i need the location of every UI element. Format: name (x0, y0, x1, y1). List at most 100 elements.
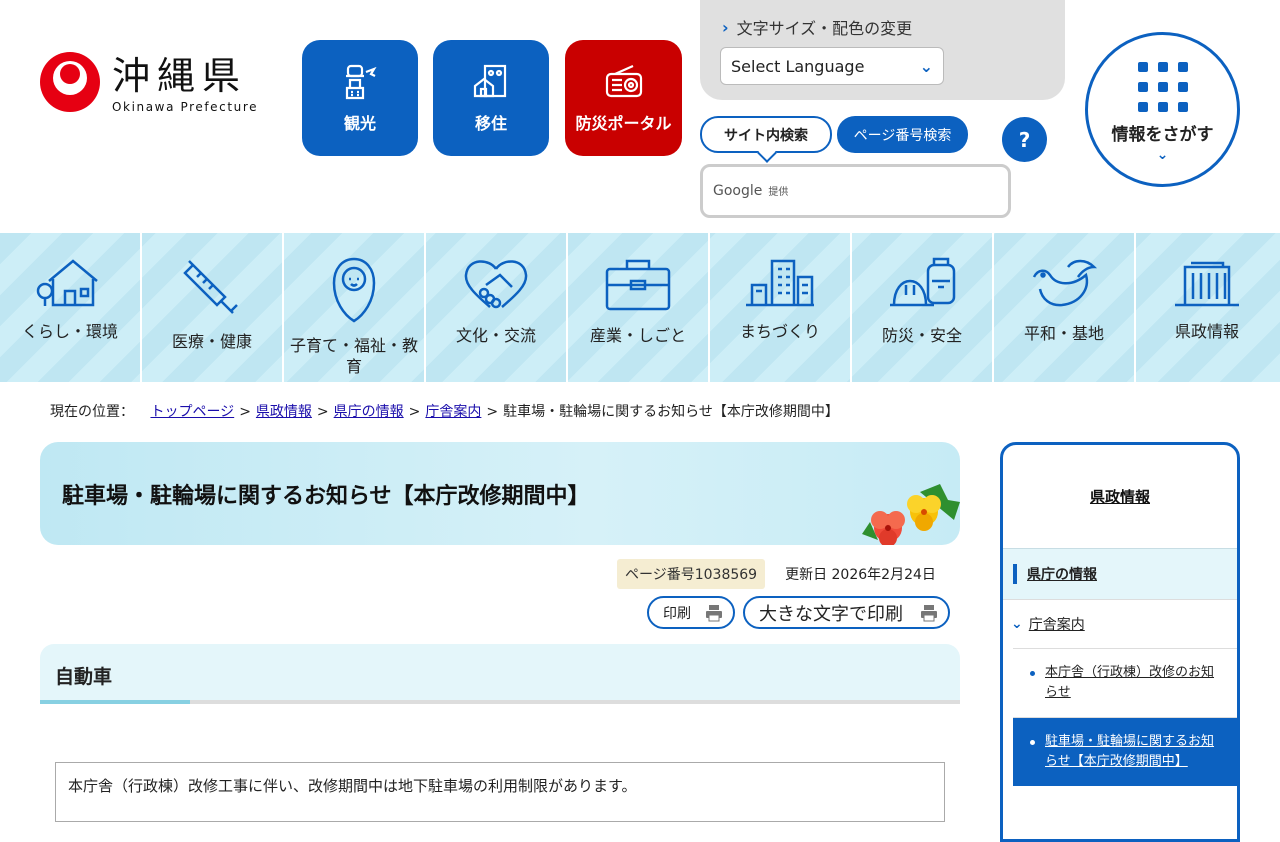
nav-item-town[interactable]: まちづくり (710, 233, 852, 382)
buildings-icon (746, 259, 814, 307)
nav-label: 平和・基地 (1023, 324, 1104, 343)
logo-japanese: 沖縄県 (112, 54, 248, 98)
search-help-button[interactable]: ? (1002, 117, 1047, 162)
handshake-icon (464, 260, 528, 309)
google-branding: Google 提供 (713, 183, 788, 199)
nav-item-government[interactable]: 県政情報 (1136, 233, 1278, 382)
logo-english: Okinawa Prefecture (112, 100, 259, 114)
language-select[interactable]: Select Language ⌄ (720, 47, 944, 85)
disaster-portal-button[interactable]: 防災ポータル (565, 40, 682, 156)
section-heading-underline (40, 700, 960, 704)
breadcrumb-link-building-guide[interactable]: 庁舎案内 (425, 404, 481, 420)
breadcrumb-link-office-info[interactable]: 県庁の情報 (334, 404, 404, 420)
utility-panel: › 文字サイズ・配色の変更 Select Language ⌄ (700, 0, 1065, 100)
tourism-button[interactable]: 観光 (302, 40, 418, 156)
migration-button[interactable]: 移住 (433, 40, 549, 156)
breadcrumb-current: 駐車場・駐輪場に関するお知らせ【本庁改修期間中】 (503, 404, 839, 420)
language-select-value: Select Language (731, 56, 865, 76)
nav-label: くらし・環境 (21, 322, 118, 341)
nav-item-peace[interactable]: 平和・基地 (994, 233, 1136, 382)
updated-date: 更新日 2026年2月24日 (785, 567, 936, 583)
grid-menu-icon (1137, 62, 1188, 112)
sidebar-item-label: 駐車場・駐輪場に関するお知らせ【本庁改修期間中】 (1045, 734, 1215, 769)
print-large-label: 大きな文字で印刷 (759, 603, 903, 625)
printer-icon (706, 604, 722, 621)
sidebar-item-parking-notice[interactable]: 駐車場・駐輪場に関するお知らせ【本庁改修期間中】 (1013, 717, 1237, 786)
site-logo[interactable]: 沖縄県 Okinawa Prefecture (40, 52, 258, 114)
breadcrumb-link-government[interactable]: 県政情報 (256, 404, 312, 420)
sidebar-heading[interactable]: 県政情報 (1003, 445, 1237, 548)
sidebar-item-label: 本庁舎（行政棟）改修のお知らせ (1045, 665, 1215, 700)
sidebar-item-renovation-notice[interactable]: 本庁舎（行政棟）改修のお知らせ (1013, 648, 1237, 717)
tab-page-number-search[interactable]: ページ番号検索 (837, 116, 968, 153)
global-navigation: くらし・環境 医療・健康 子育て・福祉・教育 文化・交流 産業・しごと まちづく… (0, 233, 1280, 382)
sidebar-item-label: 庁舎案内 (1028, 617, 1085, 633)
page-number: ページ番号1038569 (617, 559, 766, 589)
breadcrumb-lead: 現在の位置： (50, 404, 134, 420)
chevron-down-icon: ⌄ (1156, 147, 1169, 163)
page-title: 駐車場・駐輪場に関するお知らせ【本庁改修期間中】 (62, 484, 590, 509)
print-large-text-button[interactable]: 大きな文字で印刷 (743, 596, 950, 629)
notice-text: 本庁舎（行政棟）改修工事に伴い、改修期間中は地下駐車場の利用制限があります。 (68, 777, 637, 795)
nav-item-living[interactable]: くらし・環境 (0, 233, 142, 382)
sidebar-item-label: 県庁の情報 (1027, 567, 1097, 583)
sidebar-item-building-guide[interactable]: ⌄ 庁舎案内 (1003, 599, 1237, 648)
nav-item-culture[interactable]: 文化・交流 (426, 233, 568, 382)
nav-item-safety[interactable]: 防災・安全 (852, 233, 994, 382)
notice-box: 本庁舎（行政棟）改修工事に伴い、改修期間中は地下駐車場の利用制限があります。 (55, 762, 945, 822)
find-info-label: 情報をさがす (1111, 125, 1214, 145)
print-button[interactable]: 印刷 (647, 596, 735, 629)
breadcrumb-separator: > (316, 404, 329, 420)
chevron-down-icon: ⌄ (919, 56, 933, 76)
find-info-button[interactable]: 情報をさがす ⌄ (1085, 32, 1240, 187)
chevron-down-icon: ⌄ (1011, 616, 1023, 632)
font-color-settings-label: 文字サイズ・配色の変更 (736, 19, 913, 38)
printer-icon (921, 604, 937, 621)
breadcrumb-separator: > (486, 404, 499, 420)
tab-site-search[interactable]: サイト内検索 (700, 116, 832, 153)
print-label: 印刷 (663, 605, 691, 622)
google-label: Google (713, 183, 763, 199)
section-heading-band: 自動車 (40, 644, 960, 704)
sidebar-marker (1013, 564, 1017, 584)
nav-label: 文化・交流 (455, 326, 536, 345)
tourism-label: 観光 (343, 114, 376, 133)
section-heading: 自動車 (55, 666, 113, 688)
syringe-icon (183, 260, 238, 314)
chevron-right-icon: › (722, 17, 729, 37)
office-building-icon (1175, 261, 1239, 307)
page-meta: ページ番号1038569 更新日 2026年2月24日 (617, 559, 936, 589)
house-icon (36, 259, 98, 307)
breadcrumb: 現在の位置： トップページ > 県政情報 > 県庁の情報 > 庁舎案内 > 駐車場・駐輪場に関す… (50, 401, 839, 421)
breadcrumb-link-top[interactable]: トップページ (150, 404, 234, 420)
baby-icon (332, 257, 376, 323)
breadcrumb-separator: > (408, 404, 421, 420)
migration-label: 移住 (474, 114, 507, 133)
page-title-band: 駐車場・駐輪場に関するお知らせ【本庁改修期間中】 (40, 442, 960, 545)
nav-item-industry[interactable]: 産業・しごと (568, 233, 710, 382)
briefcase-icon (605, 259, 671, 311)
font-color-settings-link[interactable]: › 文字サイズ・配色の変更 (722, 15, 912, 39)
radio-icon (605, 64, 642, 98)
hibiscus-icon (862, 484, 960, 545)
google-provided-label: 提供 (768, 187, 789, 198)
nav-item-medical[interactable]: 医療・健康 (142, 233, 284, 382)
nav-item-childcare[interactable]: 子育て・福祉・教育 (284, 233, 426, 382)
disaster-portal-label: 防災ポータル (575, 114, 672, 133)
prefecture-emblem-icon (40, 52, 100, 112)
breadcrumb-separator: > (239, 404, 251, 420)
search-input[interactable]: Google 提供 (700, 164, 1011, 218)
house-apartment-icon (473, 64, 507, 98)
nav-label: 産業・しごと (589, 326, 686, 345)
nav-label: 防災・安全 (881, 326, 962, 345)
site-header: 沖縄県 Okinawa Prefecture 観光 移住 防災ポータル › 文字… (0, 0, 1280, 233)
sidebar-menu: 県政情報 県庁の情報 ⌄ 庁舎案内 本庁舎（行政棟）改修のお知らせ 駐車場・駐輪… (1000, 442, 1240, 842)
airport-tower-icon (345, 64, 377, 100)
dove-icon (1032, 259, 1098, 307)
helmet-icon (890, 257, 956, 307)
nav-label: まちづくり (739, 322, 820, 341)
nav-label: 県政情報 (1174, 322, 1239, 341)
nav-label: 子育て・福祉・教育 (289, 336, 418, 376)
sidebar-item-office-info[interactable]: 県庁の情報 (1003, 548, 1237, 599)
nav-label: 医療・健康 (171, 332, 252, 351)
